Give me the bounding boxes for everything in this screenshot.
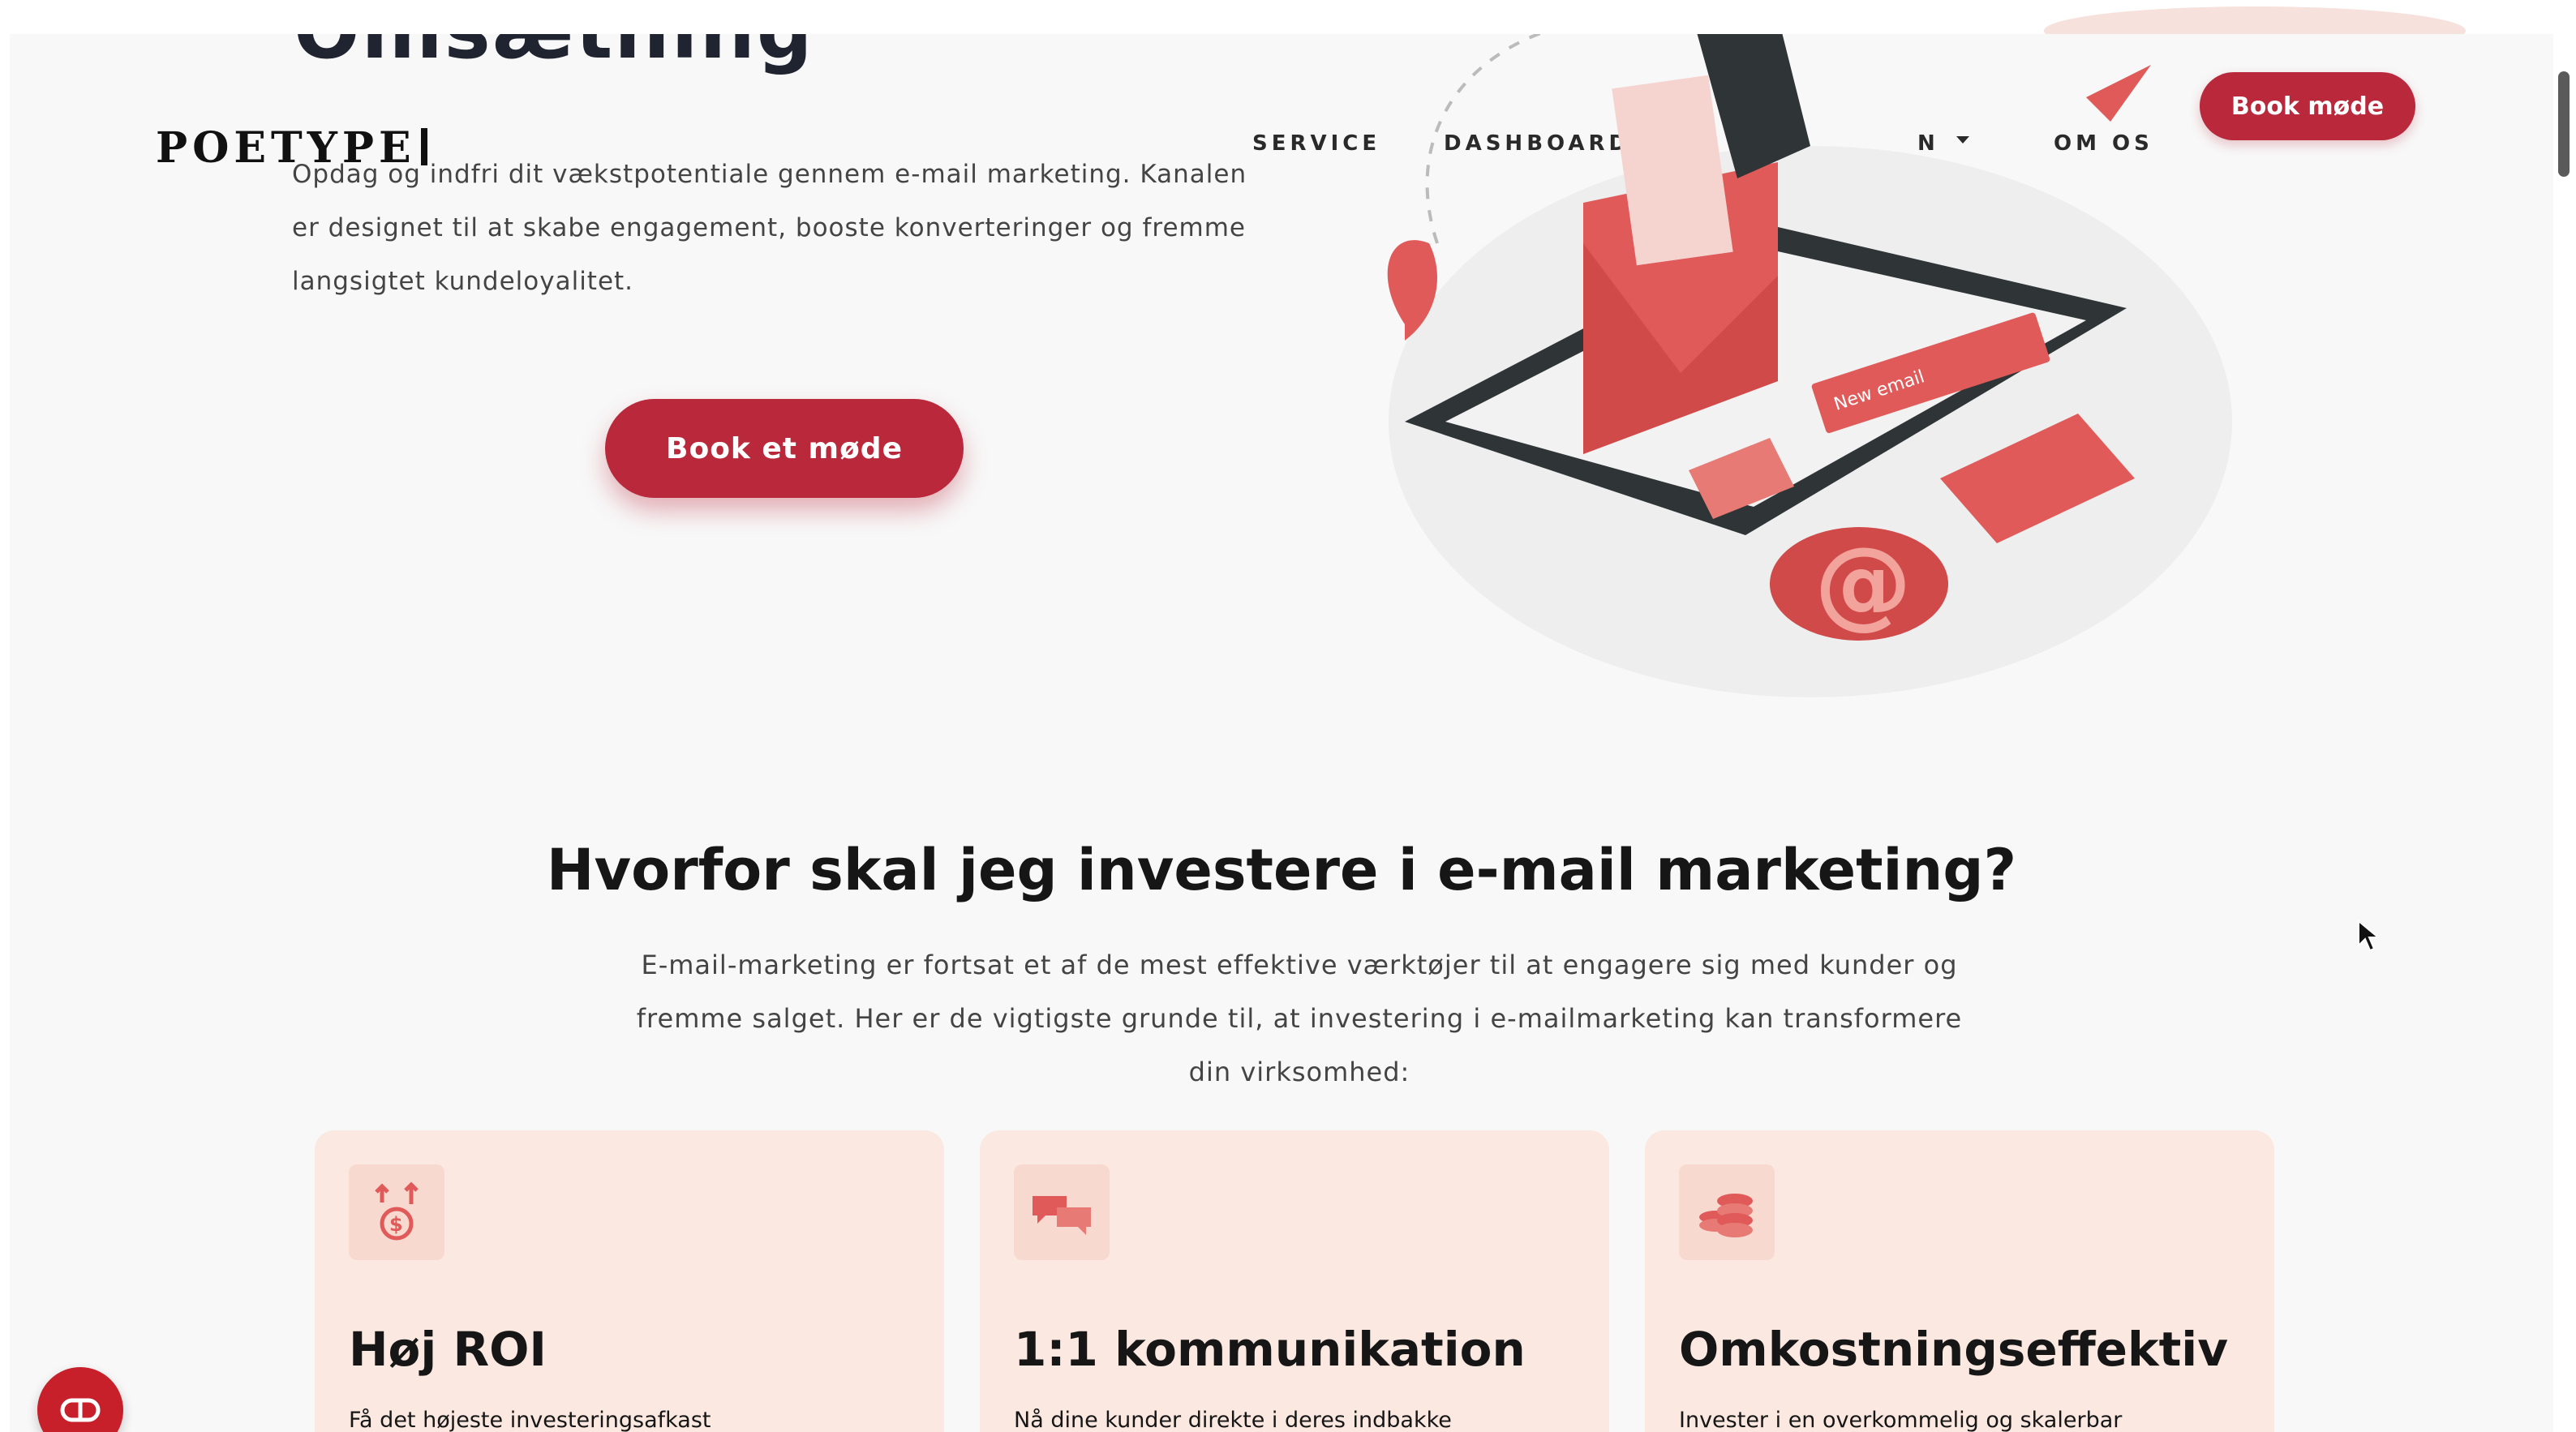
card-title: Omkostningseffektiv (1679, 1322, 2228, 1377)
mouse-cursor-icon (2358, 920, 2380, 952)
card-roi: $ Høj ROI Få det højeste investeringsafk… (315, 1130, 944, 1432)
hero-description: Opdag og indfri dit vækstpotentiale genn… (292, 160, 1247, 296)
page-viewport: Omsætning POETYPE SERVICE DASHBOARD N OM… (10, 34, 2553, 1432)
coin-stack-icon (1679, 1164, 1775, 1260)
chat-bubbles-icon (1014, 1164, 1110, 1260)
section-title: Hvorfor skal jeg investere i e-mail mark… (546, 837, 2017, 903)
book-meeting-nav-button[interactable]: Book møde (2200, 72, 2415, 140)
scrollbar-thumb[interactable] (2558, 71, 2570, 177)
roi-coin-icon: $ (349, 1164, 444, 1260)
card-communication: 1:1 kommunikation Nå dine kunder direkte… (980, 1130, 1609, 1432)
email-illustration: New email @ (1387, 34, 2232, 697)
svg-text:$: $ (389, 1213, 403, 1236)
card-title: 1:1 kommunikation (1014, 1322, 1526, 1377)
card-title: Høj ROI (349, 1322, 547, 1377)
card-text: Få det højeste investeringsafkast (349, 1408, 711, 1432)
section-description: E-mail-marketing er fortsat et af de mes… (636, 950, 1963, 1087)
book-meeting-hero-button[interactable]: Book et møde (605, 399, 964, 498)
dashed-arc (1425, 34, 1543, 244)
card-text: Invester i en overkommelig og skalerbar (1679, 1408, 2123, 1432)
hero-title: Omsætning (294, 34, 814, 76)
card-text: Nå dine kunder direkte i deres indbakke (1014, 1408, 1452, 1432)
at-symbol: @ (1814, 527, 1912, 640)
paper-plane (2086, 65, 2151, 122)
card-cost-effective: Omkostningseffektiv Invester i en overko… (1645, 1130, 2274, 1432)
chat-widget-icon[interactable] (37, 1367, 123, 1432)
